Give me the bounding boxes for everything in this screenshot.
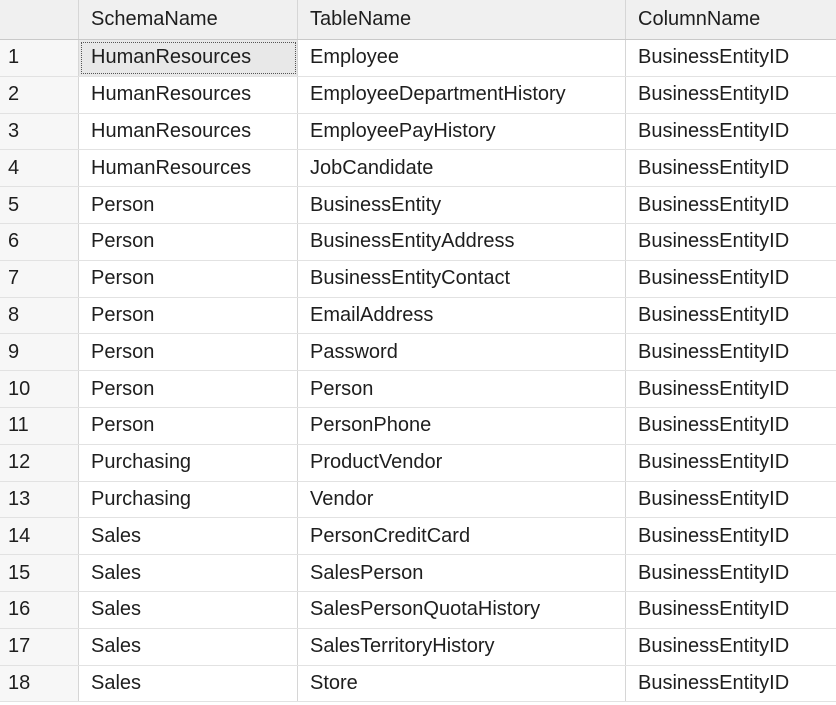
table-row[interactable]: 9 Person Password BusinessEntityID <box>0 334 836 372</box>
table-row[interactable]: 14 Sales PersonCreditCard BusinessEntityID <box>0 518 836 556</box>
column-name-cell[interactable]: BusinessEntityID <box>626 77 836 113</box>
schema-name-cell[interactable]: HumanResources <box>79 150 298 187</box>
schema-name-cell[interactable]: Purchasing <box>79 444 298 481</box>
column-header-schemaname[interactable]: SchemaName <box>79 0 298 39</box>
table-row[interactable]: 7 Person BusinessEntityContact BusinessEnti… <box>0 260 836 298</box>
column-name-cell[interactable]: BusinessEntityID <box>626 114 836 150</box>
row-number-cell[interactable]: 11 <box>0 407 79 444</box>
table-name-cell[interactable]: SalesTerritoryHistory <box>298 628 626 665</box>
column-name-cell[interactable]: BusinessEntityID <box>626 445 836 481</box>
row-number-cell[interactable]: 3 <box>0 113 79 150</box>
column-name-cell[interactable]: BusinessEntityID <box>626 224 836 260</box>
table-name-cell[interactable]: SalesPerson <box>298 555 626 591</box>
row-number-cell[interactable]: 17 <box>0 628 79 665</box>
table-name-cell[interactable]: SalesPersonQuotaHistory <box>298 591 626 628</box>
schema-name-cell[interactable]: Sales <box>79 665 298 702</box>
row-number-cell[interactable]: 7 <box>0 260 79 297</box>
table-name-cell[interactable]: PersonPhone <box>298 407 626 444</box>
row-number-cell[interactable]: 14 <box>0 518 79 555</box>
table-name-cell[interactable]: JobCandidate <box>298 150 626 187</box>
table-name-cell[interactable]: EmailAddress <box>298 297 626 334</box>
table-name-cell[interactable]: Employee <box>298 40 626 76</box>
schema-name-cell[interactable]: Person <box>79 223 298 260</box>
table-row[interactable]: 16 Sales SalesPersonQuotaHistory BusinessEn… <box>0 591 836 629</box>
column-name-cell[interactable]: BusinessEntityID <box>626 298 836 334</box>
table-row[interactable]: 17 Sales SalesTerritoryHistory BusinessEnti… <box>0 628 836 666</box>
column-name-cell[interactable]: BusinessEntityID <box>626 371 836 407</box>
table-row[interactable]: 5 Person BusinessEntity BusinessEntityID <box>0 187 836 224</box>
schema-name-cell[interactable]: Person <box>79 297 298 334</box>
schema-name-cell[interactable]: Person <box>79 407 298 444</box>
row-number-cell[interactable]: 9 <box>0 334 79 371</box>
table-row[interactable]: 3 HumanResources EmployeePayHistory Busines… <box>0 113 836 151</box>
table-row[interactable]: 1 HumanResources Employee BusinessEntityID <box>0 40 836 77</box>
table-name-cell[interactable]: EmployeeDepartmentHistory <box>298 76 626 113</box>
table-row[interactable]: 4 HumanResources JobCandidate BusinessEntit… <box>0 150 836 188</box>
schema-name-cell[interactable]: Person <box>79 260 298 297</box>
table-name-cell[interactable]: BusinessEntityContact <box>298 260 626 297</box>
schema-name-cell[interactable]: Sales <box>79 628 298 665</box>
column-name-cell[interactable]: BusinessEntityID <box>626 482 836 518</box>
row-number-cell[interactable]: 2 <box>0 76 79 113</box>
schema-name-cell[interactable]: Person <box>79 371 298 407</box>
table-name-cell[interactable]: BusinessEntity <box>298 187 626 223</box>
schema-name-cell[interactable]: Person <box>79 334 298 371</box>
row-number-cell[interactable]: 15 <box>0 555 79 591</box>
schema-name-cell[interactable]: HumanResources <box>79 40 298 76</box>
table-row[interactable]: 6 Person BusinessEntityAddress BusinessEnti… <box>0 223 836 261</box>
grid-body: 1 HumanResources Employee BusinessEntityID 2… <box>0 40 836 703</box>
table-row[interactable]: 8 Person EmailAddress BusinessEntityID <box>0 297 836 335</box>
table-row[interactable]: 12 Purchasing ProductVendor BusinessEntityI… <box>0 444 836 482</box>
schema-name-cell[interactable]: Sales <box>79 555 298 591</box>
row-number-cell[interactable]: 6 <box>0 223 79 260</box>
grid-header: SchemaName TableName ColumnName <box>0 0 836 40</box>
row-number-cell[interactable]: 4 <box>0 150 79 187</box>
column-name-cell[interactable]: BusinessEntityID <box>626 629 836 665</box>
table-name-cell[interactable]: BusinessEntityAddress <box>298 223 626 260</box>
table-row[interactable]: 18 Sales Store BusinessEntityID <box>0 665 836 703</box>
column-name-cell[interactable]: BusinessEntityID <box>626 261 836 297</box>
row-number-cell[interactable]: 18 <box>0 665 79 702</box>
schema-name-cell[interactable]: HumanResources <box>79 113 298 150</box>
column-name-cell[interactable]: BusinessEntityID <box>626 408 836 444</box>
row-number-cell[interactable]: 12 <box>0 444 79 481</box>
row-number-cell[interactable]: 13 <box>0 481 79 518</box>
row-number-cell[interactable]: 10 <box>0 371 79 407</box>
table-name-cell[interactable]: EmployeePayHistory <box>298 113 626 150</box>
row-number-cell[interactable]: 16 <box>0 591 79 628</box>
column-name-cell[interactable]: BusinessEntityID <box>626 592 836 628</box>
table-name-cell[interactable]: PersonCreditCard <box>298 518 626 555</box>
column-name-cell[interactable]: BusinessEntityID <box>626 334 836 370</box>
schema-name-cell[interactable]: HumanResources <box>79 76 298 113</box>
schema-name-cell[interactable]: Sales <box>79 591 298 628</box>
table-name-cell[interactable]: Vendor <box>298 481 626 518</box>
table-row[interactable]: 2 HumanResources EmployeeDepartmentHistory… <box>0 76 836 114</box>
column-name-cell[interactable]: BusinessEntityID <box>626 518 836 554</box>
column-header-tablename[interactable]: TableName <box>298 0 626 39</box>
column-header-columnname[interactable]: ColumnName <box>626 0 836 39</box>
schema-name-cell[interactable]: Sales <box>79 518 298 555</box>
corner-header-cell[interactable] <box>0 0 79 39</box>
table-row[interactable]: 11 Person PersonPhone BusinessEntityID <box>0 407 836 445</box>
table-row[interactable]: 15 Sales SalesPerson BusinessEntityID <box>0 555 836 592</box>
table-row[interactable]: 10 Person Person BusinessEntityID <box>0 371 836 408</box>
table-name-cell[interactable]: Password <box>298 334 626 371</box>
table-name-cell[interactable]: Store <box>298 665 626 702</box>
column-name-cell[interactable]: BusinessEntityID <box>626 187 836 223</box>
row-number-cell[interactable]: 5 <box>0 187 79 223</box>
table-name-cell[interactable]: ProductVendor <box>298 444 626 481</box>
row-number-cell[interactable]: 8 <box>0 297 79 334</box>
column-name-cell[interactable]: BusinessEntityID <box>626 666 836 702</box>
table-name-cell[interactable]: Person <box>298 371 626 407</box>
schema-name-cell[interactable]: Person <box>79 187 298 223</box>
results-grid: SchemaName TableName ColumnName 1 HumanRe… <box>0 0 836 705</box>
column-name-cell[interactable]: BusinessEntityID <box>626 150 836 186</box>
column-name-cell[interactable]: BusinessEntityID <box>626 555 836 591</box>
schema-name-cell[interactable]: Purchasing <box>79 481 298 518</box>
row-number-cell[interactable]: 1 <box>0 40 79 76</box>
column-name-cell[interactable]: BusinessEntityID <box>626 40 836 76</box>
table-row[interactable]: 13 Purchasing Vendor BusinessEntityID <box>0 481 836 519</box>
